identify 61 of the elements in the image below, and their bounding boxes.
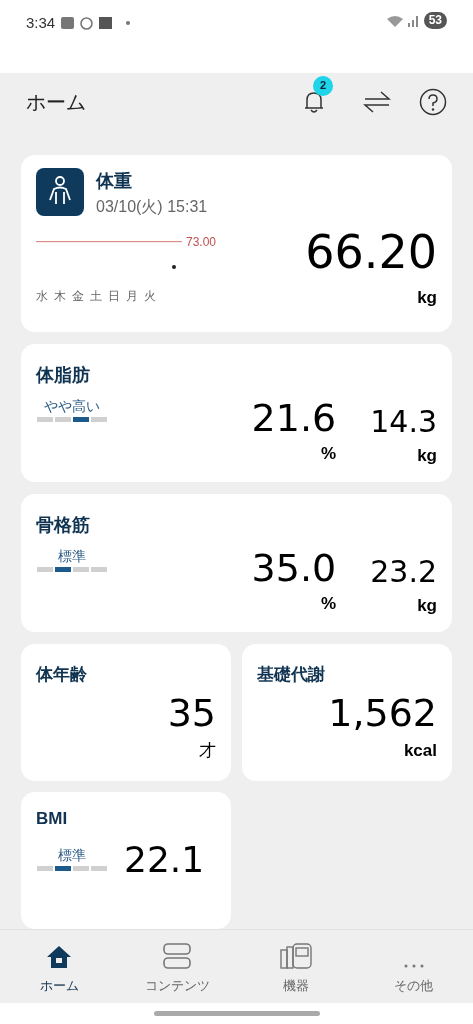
unit-label: kg	[417, 595, 437, 617]
weight-value: 66.20	[305, 229, 437, 275]
nav-tab[interactable]: ホーム	[0, 930, 119, 1003]
metric-card[interactable]: 体重 03/10(火) 15:31 73.00 水 木 金 土 日 月 火 66.20 kg	[21, 155, 452, 332]
page-title: ホーム	[26, 89, 86, 115]
dot-icon	[126, 21, 131, 26]
unit-label: %	[321, 593, 337, 615]
metric-value: 14.3	[370, 407, 437, 437]
metric-value: 23.2	[370, 557, 437, 587]
unit-label: kg	[417, 287, 437, 309]
card-title: 体脂肪	[36, 364, 91, 387]
status-label: 標準	[58, 549, 86, 563]
square-app-icon	[99, 17, 113, 30]
battery-indicator: 53	[423, 12, 447, 29]
bell-icon	[303, 89, 325, 114]
circle-app-icon	[80, 16, 94, 30]
metric-card[interactable]: 体脂肪 やや高い 21.6 % 14.3 kg	[21, 344, 452, 482]
card-title: 骨格筋	[36, 514, 91, 537]
metric-card[interactable]: 基礎代謝 1,562 kcal	[242, 644, 452, 781]
card-title: BMI	[36, 808, 69, 830]
unit-label: 才	[199, 739, 216, 762]
day-label: 水	[36, 288, 48, 305]
day-label: 火	[144, 288, 156, 305]
person-icon	[36, 168, 84, 216]
metric-value: 21.6	[251, 399, 337, 437]
clock: 3:34	[26, 13, 56, 33]
nav-tab[interactable]: コンテンツ	[118, 930, 237, 1003]
swap-icon[interactable]	[363, 89, 391, 114]
metric-card[interactable]: 体年齢 35 才	[21, 644, 231, 781]
card-title: 体重	[96, 170, 133, 193]
card-app-icon	[61, 17, 75, 30]
stacked-cards-icon	[162, 941, 193, 970]
metric-card[interactable]: BMI 標準 22.1	[21, 792, 231, 929]
devices-icon	[278, 941, 313, 970]
notification-badge: 2	[313, 75, 333, 96]
unit-label: kcal	[403, 739, 437, 762]
unit-label: kg	[417, 445, 437, 467]
metric-value: 1,562	[328, 693, 437, 732]
status-label: やや高い	[44, 399, 100, 413]
day-label: 月	[126, 288, 138, 305]
target-value: 73.00	[186, 234, 217, 251]
metric-value: 35.0	[251, 549, 337, 587]
metric-value: 22.1	[124, 841, 205, 878]
nav-tab[interactable]: 機器	[236, 930, 355, 1003]
card-title: 体年齢	[36, 664, 88, 686]
home-icon	[46, 943, 73, 970]
measurement-time: 03/10(火) 15:31	[96, 197, 208, 217]
notification-button[interactable]: 2	[303, 75, 335, 116]
help-icon[interactable]	[419, 87, 447, 116]
metric-value: 35	[167, 693, 216, 732]
nav-tab[interactable]: その他	[354, 930, 473, 1003]
data-point	[172, 265, 176, 269]
day-label: 日	[108, 288, 120, 305]
metric-card[interactable]: 骨格筋 標準 35.0 % 23.2 kg	[21, 494, 452, 632]
unit-label: %	[321, 443, 337, 465]
day-label: 土	[90, 288, 102, 305]
day-label: 木	[54, 288, 66, 305]
day-label: 金	[72, 288, 84, 305]
status-label: 標準	[58, 848, 86, 862]
signal-icon	[385, 13, 420, 28]
card-title: 基礎代謝	[257, 664, 326, 686]
